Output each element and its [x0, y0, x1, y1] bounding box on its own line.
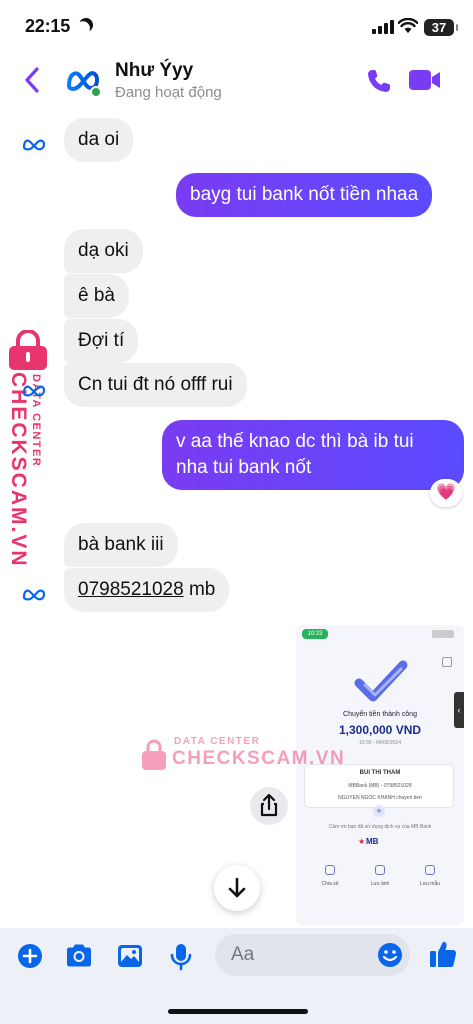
mb-star-icon: ★ — [358, 837, 366, 846]
scroll-to-bottom-button[interactable] — [214, 865, 260, 911]
message-suffix: mb — [183, 579, 216, 600]
back-chevron-icon[interactable] — [22, 66, 42, 94]
meta-ai-badge-icon — [22, 589, 46, 601]
receipt-amount: 1,300,000 VND — [338, 723, 422, 737]
composer-bar — [0, 928, 473, 1024]
save-image-icon — [375, 865, 385, 875]
cellular-signal-icon — [372, 20, 394, 34]
message-line: nha tui bank nốt — [176, 457, 312, 478]
receipt-note: NGUYEN NGOC KHANH chuyen tien — [338, 795, 422, 801]
receipt-action: Lưu mẫu — [410, 865, 450, 887]
camera-icon[interactable] — [64, 942, 94, 970]
watermark-lock-icon — [142, 739, 166, 770]
message-bubble-outgoing[interactable]: bayg tui bank nốt tiền nhaa — [176, 173, 433, 217]
receipt-timestamp: 10:30 - 04/09/2024 — [359, 740, 401, 746]
status-time: 22:15 — [25, 16, 71, 36]
meta-ai-badge-icon — [22, 139, 46, 151]
video-call-icon[interactable] — [408, 68, 442, 92]
message-bubble-incoming[interactable]: bà bank iii — [64, 523, 178, 567]
message-bubble-outgoing[interactable]: v aa thế knao dc thì bà ib tui nha tui b… — [162, 420, 464, 490]
emoji-icon[interactable] — [377, 942, 403, 968]
receipt-recipient-name: BUI THI THAM — [359, 770, 401, 776]
watermark-small-text: DATA CENTER — [174, 736, 261, 747]
message-bubble-incoming[interactable]: dạ oki — [64, 229, 143, 273]
plus-circle-icon[interactable] — [16, 942, 44, 970]
receipt-action: Lưu ảnh — [360, 865, 400, 887]
message-reaction[interactable]: 💗 — [430, 479, 462, 507]
microphone-icon[interactable] — [168, 942, 194, 972]
status-bar: 22:15 37 — [0, 0, 473, 56]
receipt-action: Chia sẻ — [310, 865, 350, 887]
message-input-container[interactable] — [215, 934, 410, 976]
message-bubble-incoming[interactable]: Cn tui đt nó offf rui — [64, 363, 247, 407]
share-icon — [325, 865, 335, 875]
save-template-icon — [425, 865, 435, 875]
arrow-down-icon — [228, 877, 246, 898]
receipt-status-time: 10:23 — [302, 629, 328, 639]
receipt-recipient-bank: MBBank (MB) - 0798521028 — [348, 783, 412, 789]
message-bubble-incoming[interactable]: da oi — [64, 118, 134, 162]
battery-indicator: 37 — [424, 19, 458, 36]
message-list[interactable]: da oi bayg tui bank nốt tiền nhaa dạ oki… — [0, 106, 473, 928]
message-bubble-incoming[interactable]: ê bà — [64, 274, 129, 318]
conversation-header: Như Ýyy Đang hoạt động — [0, 56, 473, 106]
home-indicator — [168, 1009, 308, 1014]
wifi-icon — [398, 18, 418, 33]
receipt-thanks: Cảm ơn bạn đã sử dụng dịch vụ của MB Ban… — [328, 824, 432, 830]
image-side-handle[interactable]: ‹ — [454, 692, 464, 728]
share-icon — [260, 793, 278, 817]
receipt-actions: Chia sẻ Lưu ảnh Lưu mẫu — [296, 865, 464, 895]
online-indicator — [90, 86, 102, 98]
receipt-title: Chuyển tiền thành công — [343, 711, 417, 718]
watermark-center: DATA CENTER CHECKSCAM.VN — [140, 734, 344, 778]
receipt-status-icons — [432, 630, 454, 638]
receipt-bank-logo: MB — [366, 837, 379, 846]
meta-ai-badge-icon — [22, 385, 46, 397]
contact-name[interactable]: Như Ýyy — [115, 60, 193, 82]
watermark-big-text: CHECKSCAM.VN — [172, 748, 346, 769]
share-image-button[interactable] — [250, 787, 288, 825]
message-bubble-incoming[interactable]: 0798521028 mb — [64, 568, 230, 612]
thumbs-up-icon[interactable] — [428, 939, 458, 969]
receipt-expand-icon: + — [373, 805, 385, 817]
account-number-link[interactable]: 0798521028 — [78, 579, 184, 600]
success-check-icon — [354, 660, 408, 702]
message-bubble-incoming[interactable]: Đợi tí — [64, 319, 139, 363]
phone-call-icon[interactable] — [365, 67, 393, 95]
message-input[interactable] — [231, 942, 371, 968]
receipt-home-icon — [442, 657, 452, 667]
focus-moon-icon — [77, 16, 95, 34]
transfer-receipt-image[interactable]: 10:23 Chuyển tiền thành công 1,300,000 V… — [296, 625, 464, 925]
message-line: v aa thế knao dc thì bà ib tui — [176, 431, 414, 452]
receipt-recipient-card: BUI THI THAM MBBank (MB) - 0798521028 NG… — [304, 764, 454, 808]
contact-status: Đang hoạt động — [115, 84, 222, 101]
gallery-icon[interactable] — [116, 942, 144, 970]
